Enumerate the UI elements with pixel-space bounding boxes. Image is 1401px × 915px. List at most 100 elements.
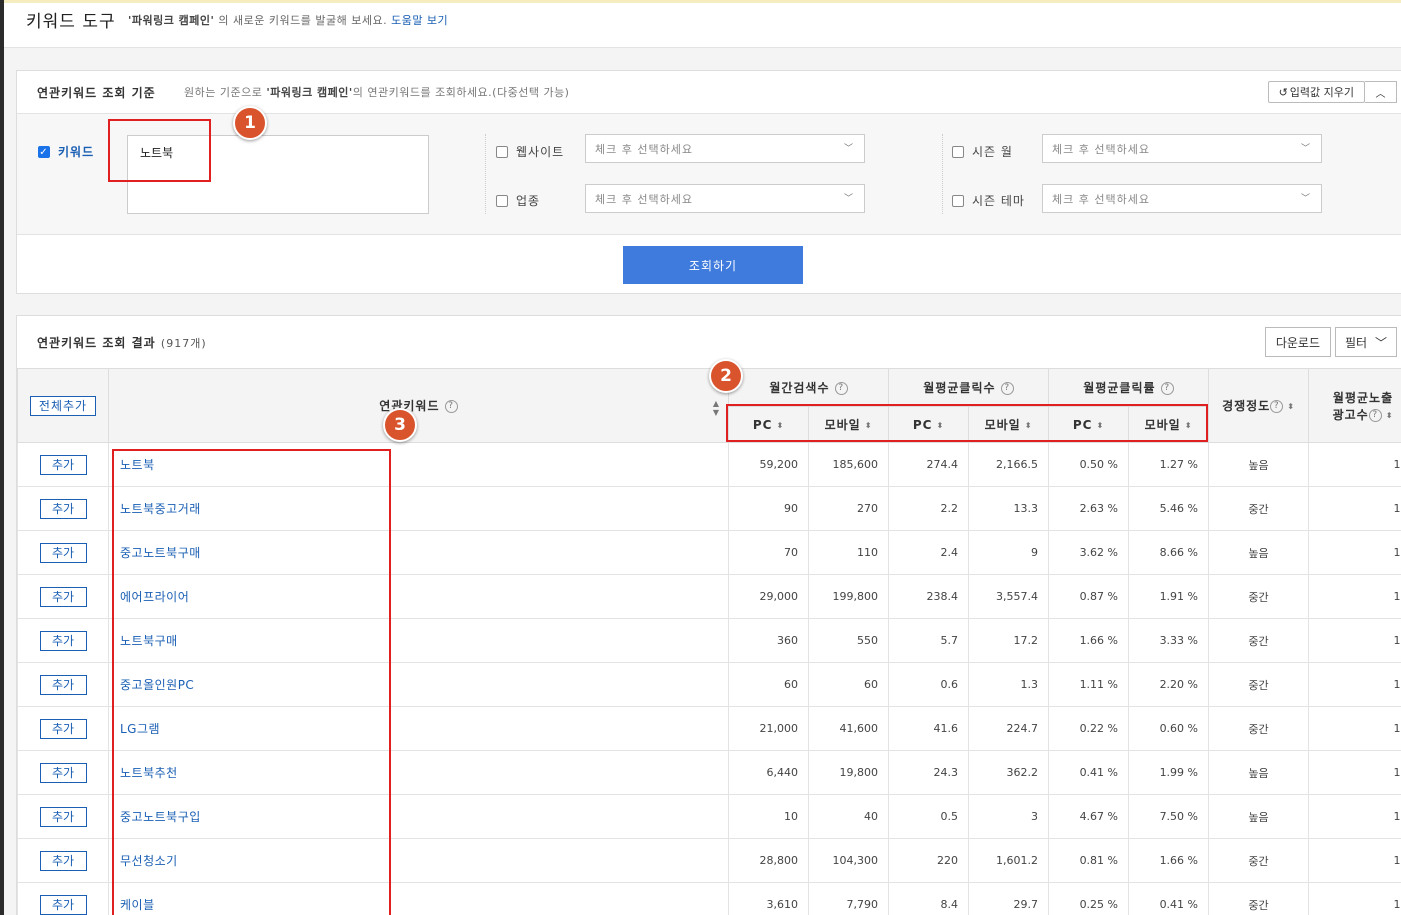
keyword-cell[interactable]: 노트북중고거래 xyxy=(108,486,729,531)
ctr-pc-cell: 0.81 % xyxy=(1048,838,1129,883)
table-row: 추가 에어프라이어 29,000 199,800 238.4 3,557.4 0.87 % 1… xyxy=(17,574,1401,619)
sort-icon[interactable]: ⬍ xyxy=(1096,421,1104,430)
ctr-mobile-cell: 1.66 % xyxy=(1128,838,1209,883)
search-button[interactable]: 조회하기 xyxy=(623,246,803,284)
add-keyword-button[interactable]: 추가 xyxy=(39,498,87,519)
table-row: 추가 무선청소기 28,800 104,300 220 1,601.2 0.81 % 1.66… xyxy=(17,838,1401,883)
add-keyword-button[interactable]: 추가 xyxy=(39,850,87,871)
add-keyword-button[interactable]: 추가 xyxy=(39,542,87,563)
season-theme-label: 시즌 테마 xyxy=(972,194,1025,208)
keyword-cell[interactable]: 중고올인원PC xyxy=(108,662,729,707)
season-month-option: 시즌 월 xyxy=(952,143,1013,160)
sub-header-ctr-pc[interactable]: PC ⬍ xyxy=(1048,406,1130,443)
keyword-cell[interactable]: 노트북 xyxy=(108,442,729,487)
search-pc-cell: 10 xyxy=(728,794,809,839)
add-cell: 추가 xyxy=(17,486,109,531)
ad-count-cell: 10 xyxy=(1308,838,1401,883)
sort-icon[interactable]: ⬍ xyxy=(1185,421,1193,430)
add-keyword-button[interactable]: 추가 xyxy=(39,630,87,651)
ctr-mobile-cell: 3.33 % xyxy=(1128,618,1209,663)
help-icon[interactable]: ? xyxy=(444,400,458,413)
download-button[interactable]: 다운로드 xyxy=(1264,327,1331,357)
header-competition[interactable]: 경쟁정도? ⬍ xyxy=(1208,368,1310,443)
sort-icon[interactable]: ⬍ xyxy=(776,421,784,430)
website-select[interactable]: 체크 후 선택하세요 ﹀ xyxy=(585,134,865,163)
keyword-cell[interactable]: 중고노트북구매 xyxy=(108,530,729,575)
clear-input-button[interactable]: ↺ 입력값 지우기 xyxy=(1267,81,1365,103)
add-keyword-button[interactable]: 추가 xyxy=(39,454,87,475)
sort-icon[interactable]: ⬍ xyxy=(1025,421,1033,430)
competition-cell: 높음 xyxy=(1208,442,1309,487)
add-keyword-button[interactable]: 추가 xyxy=(39,806,87,827)
competition-cell: 중간 xyxy=(1208,486,1309,531)
table-row: 추가 노트북추천 6,440 19,800 24.3 362.2 0.41 % 1.99 % 높… xyxy=(17,750,1401,795)
chevron-down-icon: ﹀ xyxy=(1300,144,1311,154)
website-checkbox[interactable] xyxy=(496,145,508,158)
header-keyword[interactable]: 연관키워드 ? ▲ ▼ xyxy=(108,368,729,443)
clicks-pc-cell: 8.4 xyxy=(888,882,969,915)
search-pc-cell: 3,610 xyxy=(728,882,809,915)
industry-select[interactable]: 체크 후 선택하세요 ﹀ xyxy=(585,184,865,213)
help-icon[interactable]: ? xyxy=(1368,408,1382,422)
website-option: 웹사이트 xyxy=(496,143,564,160)
sub-header-search-mobile[interactable]: 모바일 ⬍ xyxy=(807,406,890,443)
ad-count-cell: 10 xyxy=(1308,574,1401,619)
results-title: 연관키워드 조회 결과 (917개) xyxy=(37,336,207,350)
competition-cell: 중간 xyxy=(1208,706,1309,751)
clicks-mobile-cell: 224.7 xyxy=(968,706,1049,751)
keyword-cell[interactable]: 노트북추천 xyxy=(108,750,729,795)
keyword-input[interactable]: 노트북 xyxy=(127,135,429,214)
sub-header-clicks-pc[interactable]: PC ⬍ xyxy=(888,406,970,443)
clicks-mobile-cell: 1,601.2 xyxy=(968,838,1049,883)
sort-icon[interactable]: ⬍ xyxy=(936,421,944,430)
industry-checkbox[interactable] xyxy=(496,194,508,207)
keyword-checkbox[interactable]: ✓ xyxy=(38,145,50,158)
table-row: 추가 중고노트북구매701102.493.62 %8.66 %높음15 xyxy=(17,530,1401,575)
add-keyword-button[interactable]: 추가 xyxy=(39,894,87,915)
add-all-button[interactable]: 전체추가 xyxy=(29,395,97,416)
collapse-button[interactable]: ︿ xyxy=(1365,81,1397,103)
add-keyword-button[interactable]: 추가 xyxy=(39,762,87,783)
search-pc-cell: 70 xyxy=(728,530,809,575)
keyword-cell[interactable]: 케이블 xyxy=(108,882,729,915)
help-icon[interactable]: ? xyxy=(1270,400,1284,413)
sub-header-clicks-mobile[interactable]: 모바일 ⬍ xyxy=(968,406,1050,443)
add-keyword-button[interactable]: 추가 xyxy=(39,674,87,695)
clicks-pc-cell: 41.6 xyxy=(888,706,969,751)
ctr-mobile-cell: 1.99 % xyxy=(1128,750,1209,795)
ctr-mobile-cell: 8.66 % xyxy=(1128,530,1209,575)
search-pc-cell: 90 xyxy=(728,486,809,531)
season-theme-checkbox[interactable] xyxy=(952,194,964,207)
season-month-select[interactable]: 체크 후 선택하세요 ﹀ xyxy=(1042,134,1322,163)
ad-count-cell: 10 xyxy=(1308,662,1401,707)
sort-icon[interactable]: ⬍ xyxy=(865,421,873,430)
season-theme-select[interactable]: 체크 후 선택하세요 ﹀ xyxy=(1042,184,1322,213)
search-mobile-cell: 40 xyxy=(807,794,889,839)
sort-icon[interactable]: ⬍ xyxy=(1386,411,1394,420)
competition-cell: 높음 xyxy=(1208,794,1309,839)
keyword-cell[interactable]: 에어프라이어 xyxy=(108,574,729,619)
clicks-mobile-cell: 3 xyxy=(968,794,1049,839)
sort-icon[interactable]: ▲ ▼ xyxy=(713,399,720,417)
help-icon[interactable]: ? xyxy=(1000,382,1014,395)
sort-icon[interactable]: ⬍ xyxy=(1287,402,1295,411)
header-ad-count[interactable]: 월평균노출 광고수? ⬍ xyxy=(1308,368,1401,443)
help-icon[interactable]: ? xyxy=(834,382,848,395)
sub-header-ctr-mobile[interactable]: 모바일 ⬍ xyxy=(1128,406,1210,443)
add-keyword-button[interactable]: 추가 xyxy=(39,586,87,607)
keyword-cell[interactable]: 노트북구매 xyxy=(108,618,729,663)
industry-label: 업종 xyxy=(516,194,541,208)
help-icon[interactable]: ? xyxy=(1160,382,1174,395)
ad-count-cell: 11 xyxy=(1308,618,1401,663)
chevron-down-icon: ﹀ xyxy=(843,194,854,204)
filter-button[interactable]: 필터 ﹀ xyxy=(1335,327,1397,357)
help-link[interactable]: 도움말 보기 xyxy=(391,14,448,27)
keyword-cell[interactable]: 무선청소기 xyxy=(108,838,729,883)
add-keyword-button[interactable]: 추가 xyxy=(39,718,87,739)
clicks-pc-cell: 220 xyxy=(888,838,969,883)
keyword-cell[interactable]: LG그램 xyxy=(108,706,729,751)
season-month-checkbox[interactable] xyxy=(952,145,964,158)
competition-cell: 중간 xyxy=(1208,662,1309,707)
sub-header-search-pc[interactable]: PC ⬍ xyxy=(728,406,809,443)
keyword-cell[interactable]: 중고노트북구입 xyxy=(108,794,729,839)
